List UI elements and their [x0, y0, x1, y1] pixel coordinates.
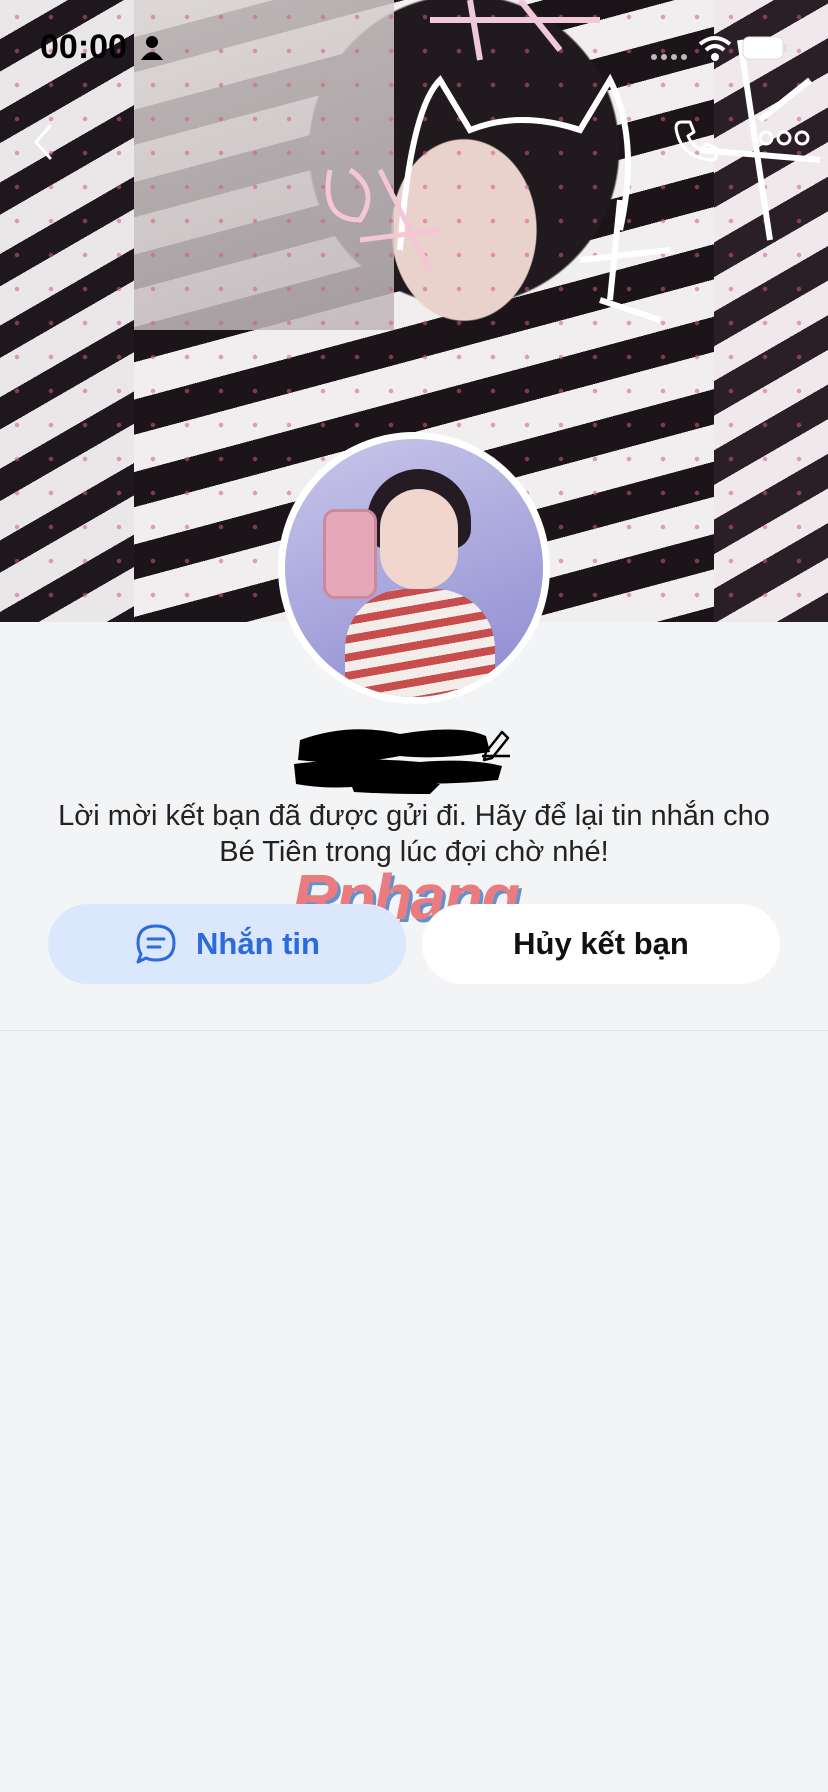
message-button-label: Nhắn tin	[196, 926, 320, 961]
avatar[interactable]	[278, 432, 550, 704]
message-button[interactable]: Nhắn tin	[48, 904, 406, 984]
chat-icon	[136, 924, 176, 964]
signal-icon	[651, 54, 687, 60]
back-icon[interactable]	[24, 118, 64, 166]
battery-icon	[742, 36, 787, 60]
more-icon[interactable]	[756, 126, 812, 150]
profile-name-redacted	[294, 729, 502, 794]
avatar-face	[380, 489, 458, 589]
avatar-phone	[323, 509, 377, 599]
avatar-shirt	[345, 589, 495, 697]
edit-name-icon[interactable]	[480, 726, 512, 762]
avatar-photo	[285, 439, 543, 697]
cancel-friend-request-label: Hủy kết bạn	[513, 926, 689, 961]
status-time: 00:00	[40, 28, 127, 66]
phone-icon[interactable]	[672, 116, 720, 164]
cancel-friend-request-button[interactable]: Hủy kết bạn	[422, 904, 780, 984]
person-icon	[141, 36, 163, 60]
wifi-icon	[698, 36, 732, 61]
section-divider	[0, 1030, 828, 1031]
status-bar: 00:00	[0, 0, 828, 96]
